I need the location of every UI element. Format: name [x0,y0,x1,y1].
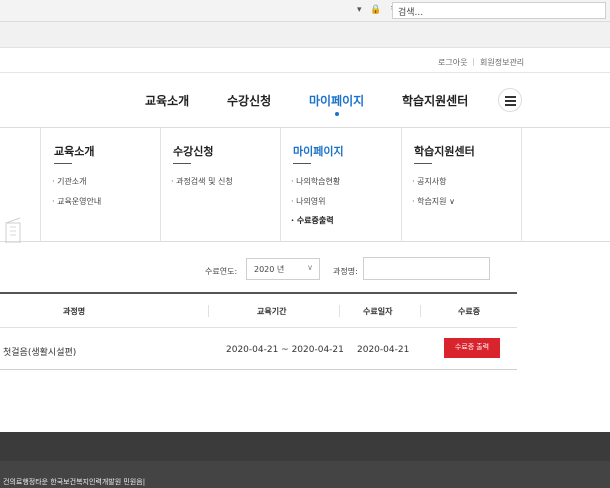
heading-rule [414,163,432,164]
header-date: 수료일자 [363,307,393,316]
browser-toolbar: ▾ 🔒 ↻ 검색... [0,0,610,22]
menu-icon [505,96,516,98]
mega-item-link[interactable]: · 과정검색 및 신청 [171,176,233,187]
table-top-border [0,292,517,294]
active-nav-indicator [335,112,339,116]
heading-rule [54,163,72,164]
nav-about[interactable]: 교육소개 [145,92,189,109]
mega-col-enroll: 수강신청 · 과정검색 및 신청 [160,128,280,242]
browser-tab-strip [0,22,610,48]
member-info-link[interactable]: 회원정보관리 [480,57,524,68]
year-select-value: 2020 년 [254,265,285,274]
header-divider [0,72,610,73]
nav-enroll[interactable]: 수강신청 [227,92,271,109]
hamburger-menu-button[interactable] [498,88,522,112]
utility-divider: | [472,57,475,66]
heading-rule [173,163,191,164]
mega-item-link[interactable]: · 수료증출력 [291,215,334,226]
heading-rule [293,163,311,164]
footer-text: 건의료행정타운 한국보건복지인력개발원 민원음| [3,478,146,486]
course-name-cell: 첫걸음(생활시설편) [3,348,77,358]
course-name-label: 과정명: [333,267,358,276]
header-certificate: 수료증 [458,307,481,316]
mega-item-link[interactable]: · 나의영위 [291,196,326,207]
mega-item-link[interactable]: · 학습지원 ∨ [412,196,455,207]
mega-heading[interactable]: 학습지원센터 [414,143,475,159]
mega-heading[interactable]: 교육소개 [54,143,94,159]
nav-mypage[interactable]: 마이페이지 [309,92,364,109]
header-divider [0,327,517,328]
period-cell: 2020-04-21 ~ 2020-04-21 [226,345,344,355]
browser-search-input[interactable]: 검색... [392,2,606,19]
menu-icon [505,100,516,102]
nav-support-center[interactable]: 학습지원센터 [402,92,468,109]
mega-col-mypage: 마이페이지 · 나의학습현황 · 나의영위 · 수료증출력 [280,128,401,242]
building-icon [5,217,21,243]
mega-col-about: 교육소개 · 기관소개 · 교육운영안내 [40,128,160,242]
chevron-down-icon: ∨ [307,263,313,272]
year-select[interactable]: 2020 년 ∨ [246,258,320,280]
print-certificate-button[interactable]: 수료증 출력 [444,338,500,358]
mega-heading[interactable]: 마이페이지 [293,143,344,159]
mega-heading[interactable]: 수강신청 [173,143,213,159]
mega-item-link[interactable]: · 기관소개 [52,176,87,187]
table-bottom-border [0,369,517,370]
mega-col-support: 학습지원센터 · 공지사항 · 학습지원 ∨ [401,128,522,242]
header-separator [208,305,209,317]
footer: 건의료행정타운 한국보건복지인력개발원 민원음| [0,432,610,488]
mega-item-link[interactable]: · 나의학습현황 [291,176,340,187]
date-cell: 2020-04-21 [357,345,410,355]
header-separator [339,305,340,317]
year-label: 수료연도: [205,267,238,276]
course-name-input[interactable] [363,257,490,280]
menu-icon [505,104,516,106]
header-separator [420,305,421,317]
mega-item-link[interactable]: · 교육운영안내 [52,196,101,207]
header-period: 교육기간 [257,307,287,316]
logout-link[interactable]: 로그아웃 [438,57,467,68]
mega-menu-panel: 교육소개 · 기관소개 · 교육운영안내 수강신청 · 과정검색 및 신청 마이… [0,127,610,242]
header-course: 과정명 [63,307,86,316]
mega-item-link[interactable]: · 공지사항 [412,176,447,187]
